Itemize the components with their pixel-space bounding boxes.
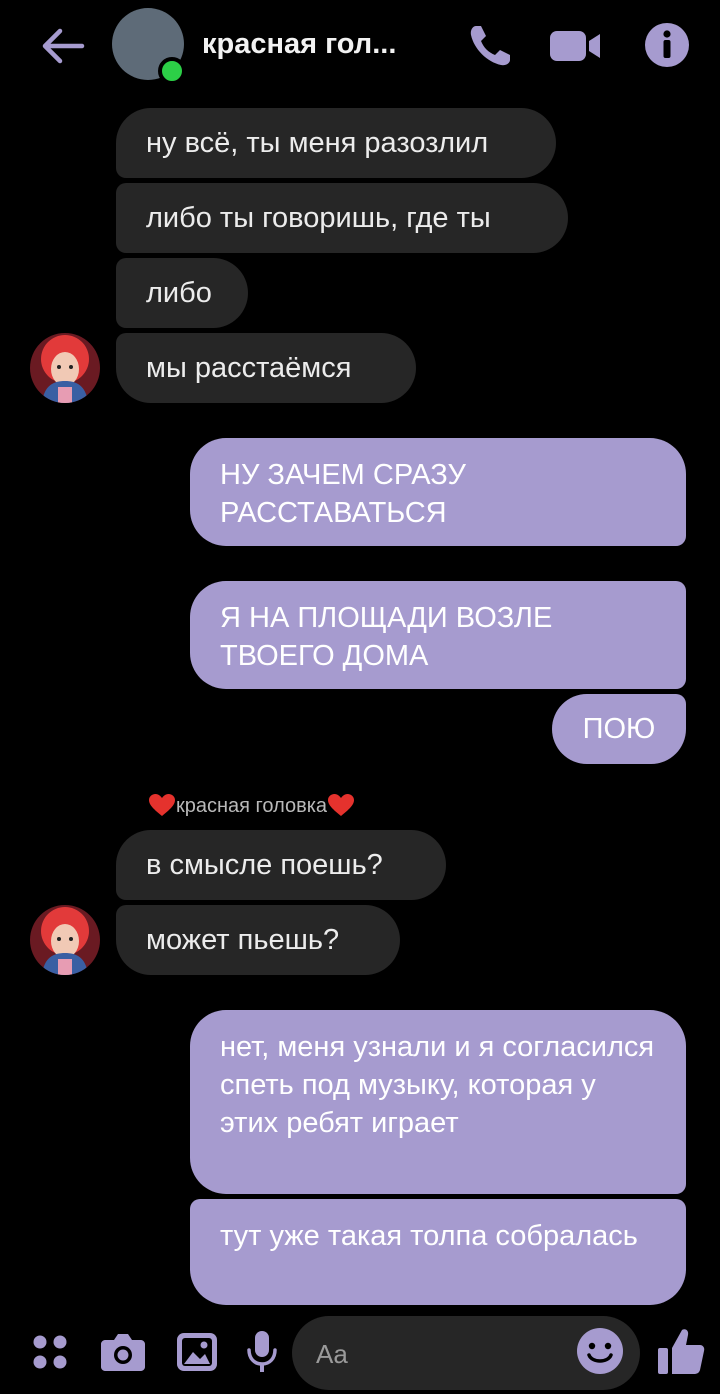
incoming-message[interactable]: может пьешь?: [116, 905, 400, 975]
microphone-icon[interactable]: [246, 1330, 278, 1374]
contact-avatar-small[interactable]: [30, 333, 100, 403]
message-text: ну всё, ты меня разозлил: [146, 127, 489, 159]
contact-avatar-small[interactable]: [30, 905, 100, 975]
outgoing-message[interactable]: ПОЮ: [552, 694, 686, 764]
incoming-message[interactable]: мы расстаёмся: [116, 333, 416, 403]
gallery-icon[interactable]: [176, 1332, 218, 1372]
info-icon[interactable]: [644, 22, 690, 68]
outgoing-message[interactable]: нет, меня узнали и я согласился спеть по…: [190, 1010, 686, 1194]
outgoing-message[interactable]: НУ ЗАЧЕМ СРАЗУ РАССТАВАТЬСЯ: [190, 438, 686, 546]
message-text: либо: [146, 277, 212, 309]
message-text: в смысле поешь?: [146, 849, 383, 881]
camera-icon[interactable]: [100, 1332, 146, 1372]
incoming-message[interactable]: ну всё, ты меня разозлил: [116, 108, 556, 178]
contact-name[interactable]: красная гол...: [202, 28, 396, 61]
apps-menu-icon[interactable]: [32, 1334, 68, 1370]
outgoing-message[interactable]: Я НА ПЛОЩАДИ ВОЗЛЕ ТВОЕГО ДОМА: [190, 581, 686, 689]
message-text: тут уже такая толпа собралась: [220, 1220, 638, 1252]
message-input-placeholder: Aa: [316, 1339, 348, 1369]
back-arrow-icon[interactable]: [38, 24, 86, 68]
sender-name: красная головка: [176, 795, 328, 817]
online-status-dot: [158, 57, 186, 85]
video-call-icon[interactable]: [548, 28, 602, 64]
phone-call-icon[interactable]: [466, 22, 514, 70]
message-text: НУ ЗАЧЕМ СРАЗУ РАССТАВАТЬСЯ: [220, 459, 466, 529]
heart-icon: [149, 794, 175, 816]
thumbs-up-icon[interactable]: [656, 1326, 706, 1376]
incoming-message[interactable]: либо ты говоришь, где ты: [116, 183, 568, 253]
message-text: может пьешь?: [146, 924, 340, 956]
sender-label: красная головка: [148, 793, 355, 818]
heart-icon: [328, 794, 355, 816]
message-text: нет, меня узнали и я согласился спеть по…: [220, 1031, 655, 1139]
incoming-message[interactable]: в смысле поешь?: [116, 830, 446, 900]
message-text: ПОЮ: [582, 713, 656, 745]
message-text: либо ты говоришь, где ты: [146, 202, 491, 234]
message-text: Я НА ПЛОЩАДИ ВОЗЛЕ ТВОЕГО ДОМА: [220, 602, 553, 672]
outgoing-message[interactable]: тут уже такая толпа собралась: [190, 1199, 686, 1305]
emoji-icon[interactable]: [576, 1327, 624, 1375]
message-text: мы расстаёмся: [146, 352, 352, 384]
incoming-message[interactable]: либо: [116, 258, 248, 328]
